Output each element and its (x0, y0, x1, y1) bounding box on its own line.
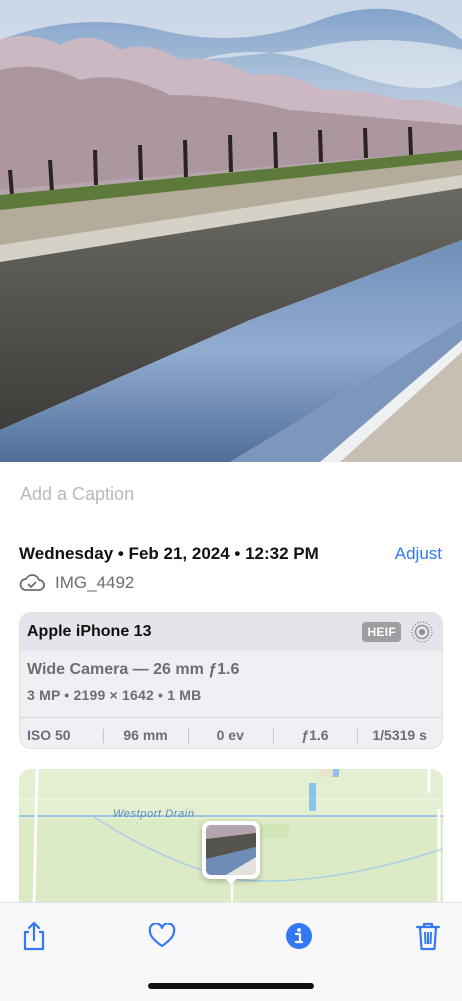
location-map[interactable]: Westport Drain (19, 769, 443, 904)
format-badge: HEIF (362, 622, 401, 642)
exif-iso: ISO 50 (27, 726, 71, 743)
info-icon (286, 923, 312, 949)
device-card: Apple iPhone 13 HEIF Wide Camera — 26 mm… (19, 612, 443, 749)
favorite-button[interactable] (147, 919, 177, 953)
heart-icon (148, 923, 176, 948)
live-photo-icon (411, 621, 433, 643)
adjust-date-button[interactable]: Adjust (395, 544, 442, 564)
exif-shutter-speed: 1/5319 s (357, 727, 442, 743)
share-button[interactable] (19, 919, 49, 953)
lens-info: Wide Camera — 26 mm ƒ1.6 (27, 661, 240, 678)
delete-button[interactable] (413, 919, 443, 953)
info-panel: Wednesday • Feb 21, 2024 • 12:32 PM Adju… (0, 524, 462, 904)
share-icon (23, 921, 45, 951)
map-label: Westport Drain (113, 808, 195, 820)
caption-area (0, 462, 462, 525)
home-indicator[interactable] (148, 983, 314, 989)
exif-exposure-value: 0 ev (187, 727, 273, 743)
map-pin-thumbnail (206, 825, 256, 875)
exif-aperture: ƒ1.6 (272, 727, 358, 743)
trash-icon (415, 922, 441, 951)
photo-view[interactable] (0, 0, 462, 462)
map-pin-tail (224, 877, 238, 885)
caption-input[interactable] (20, 482, 440, 506)
file-row: IMG_4492 (19, 572, 134, 594)
map-photo-pin[interactable] (202, 821, 260, 885)
cloud-check-icon (19, 574, 45, 591)
device-name: Apple iPhone 13 (27, 623, 152, 640)
capture-date: Wednesday • Feb 21, 2024 • 12:32 PM (19, 544, 319, 563)
exif-row: ISO 50 96 mm 0 ev ƒ1.6 1/5319 s (20, 717, 442, 748)
exif-focal-length: 96 mm (103, 727, 188, 743)
device-card-header: Apple iPhone 13 HEIF (20, 613, 442, 651)
image-specs: 3 MP • 2199 × 1642 • 1 MB (27, 687, 202, 703)
file-name: IMG_4492 (55, 573, 135, 592)
info-button[interactable] (284, 919, 314, 953)
